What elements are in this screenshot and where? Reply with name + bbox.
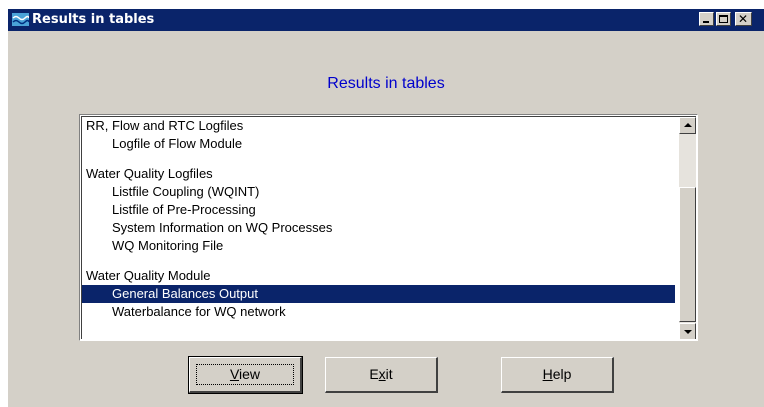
wave-icon [12,13,29,26]
list-item[interactable]: Listfile Coupling (WQINT) [82,183,675,201]
list-group-header[interactable]: RR, Flow and RTC Logfiles [82,117,675,135]
list-item[interactable]: Waterbalance for WQ network [82,303,675,321]
help-button[interactable]: Help [501,357,614,393]
vertical-scrollbar[interactable] [679,117,696,339]
arrow-up-icon [684,123,692,127]
maximize-button[interactable] [716,12,731,26]
list-item[interactable]: General Balances Output [82,285,675,303]
results-listbox[interactable]: RR, Flow and RTC Logfiles Logfile of Flow… [79,114,698,341]
scroll-up-button[interactable] [679,117,696,134]
scroll-thumb[interactable] [679,187,696,322]
list-item[interactable]: WQ Monitoring File [82,237,675,255]
close-icon: ✕ [738,12,749,26]
close-button[interactable]: ✕ [735,12,752,26]
arrow-down-icon [684,330,692,334]
results-list[interactable]: RR, Flow and RTC Logfiles Logfile of Flow… [82,117,675,321]
list-group-header[interactable]: Water Quality Logfiles [82,165,675,183]
maximize-icon [719,15,728,23]
list-item[interactable]: Listfile of Pre-Processing [82,201,675,219]
view-button[interactable]: View [188,356,303,394]
page-heading: Results in tables [327,75,445,92]
exit-button[interactable]: Exit [325,357,438,393]
minimize-icon [703,21,709,23]
window-title: Results in tables [32,12,155,27]
results-window: Results in tables ✕ Results in tables RR… [8,9,764,407]
scroll-down-button[interactable] [679,323,696,339]
view-button-label: View [229,366,261,382]
minimize-button[interactable] [699,12,714,26]
list-item[interactable]: System Information on WQ Processes [82,219,675,237]
list-group-header[interactable]: Water Quality Module [82,267,675,285]
title-bar[interactable]: Results in tables ✕ [8,9,764,31]
exit-button-label: Exit [369,366,393,382]
help-button-label: Help [542,366,572,382]
list-item[interactable]: Logfile of Flow Module [82,135,675,153]
